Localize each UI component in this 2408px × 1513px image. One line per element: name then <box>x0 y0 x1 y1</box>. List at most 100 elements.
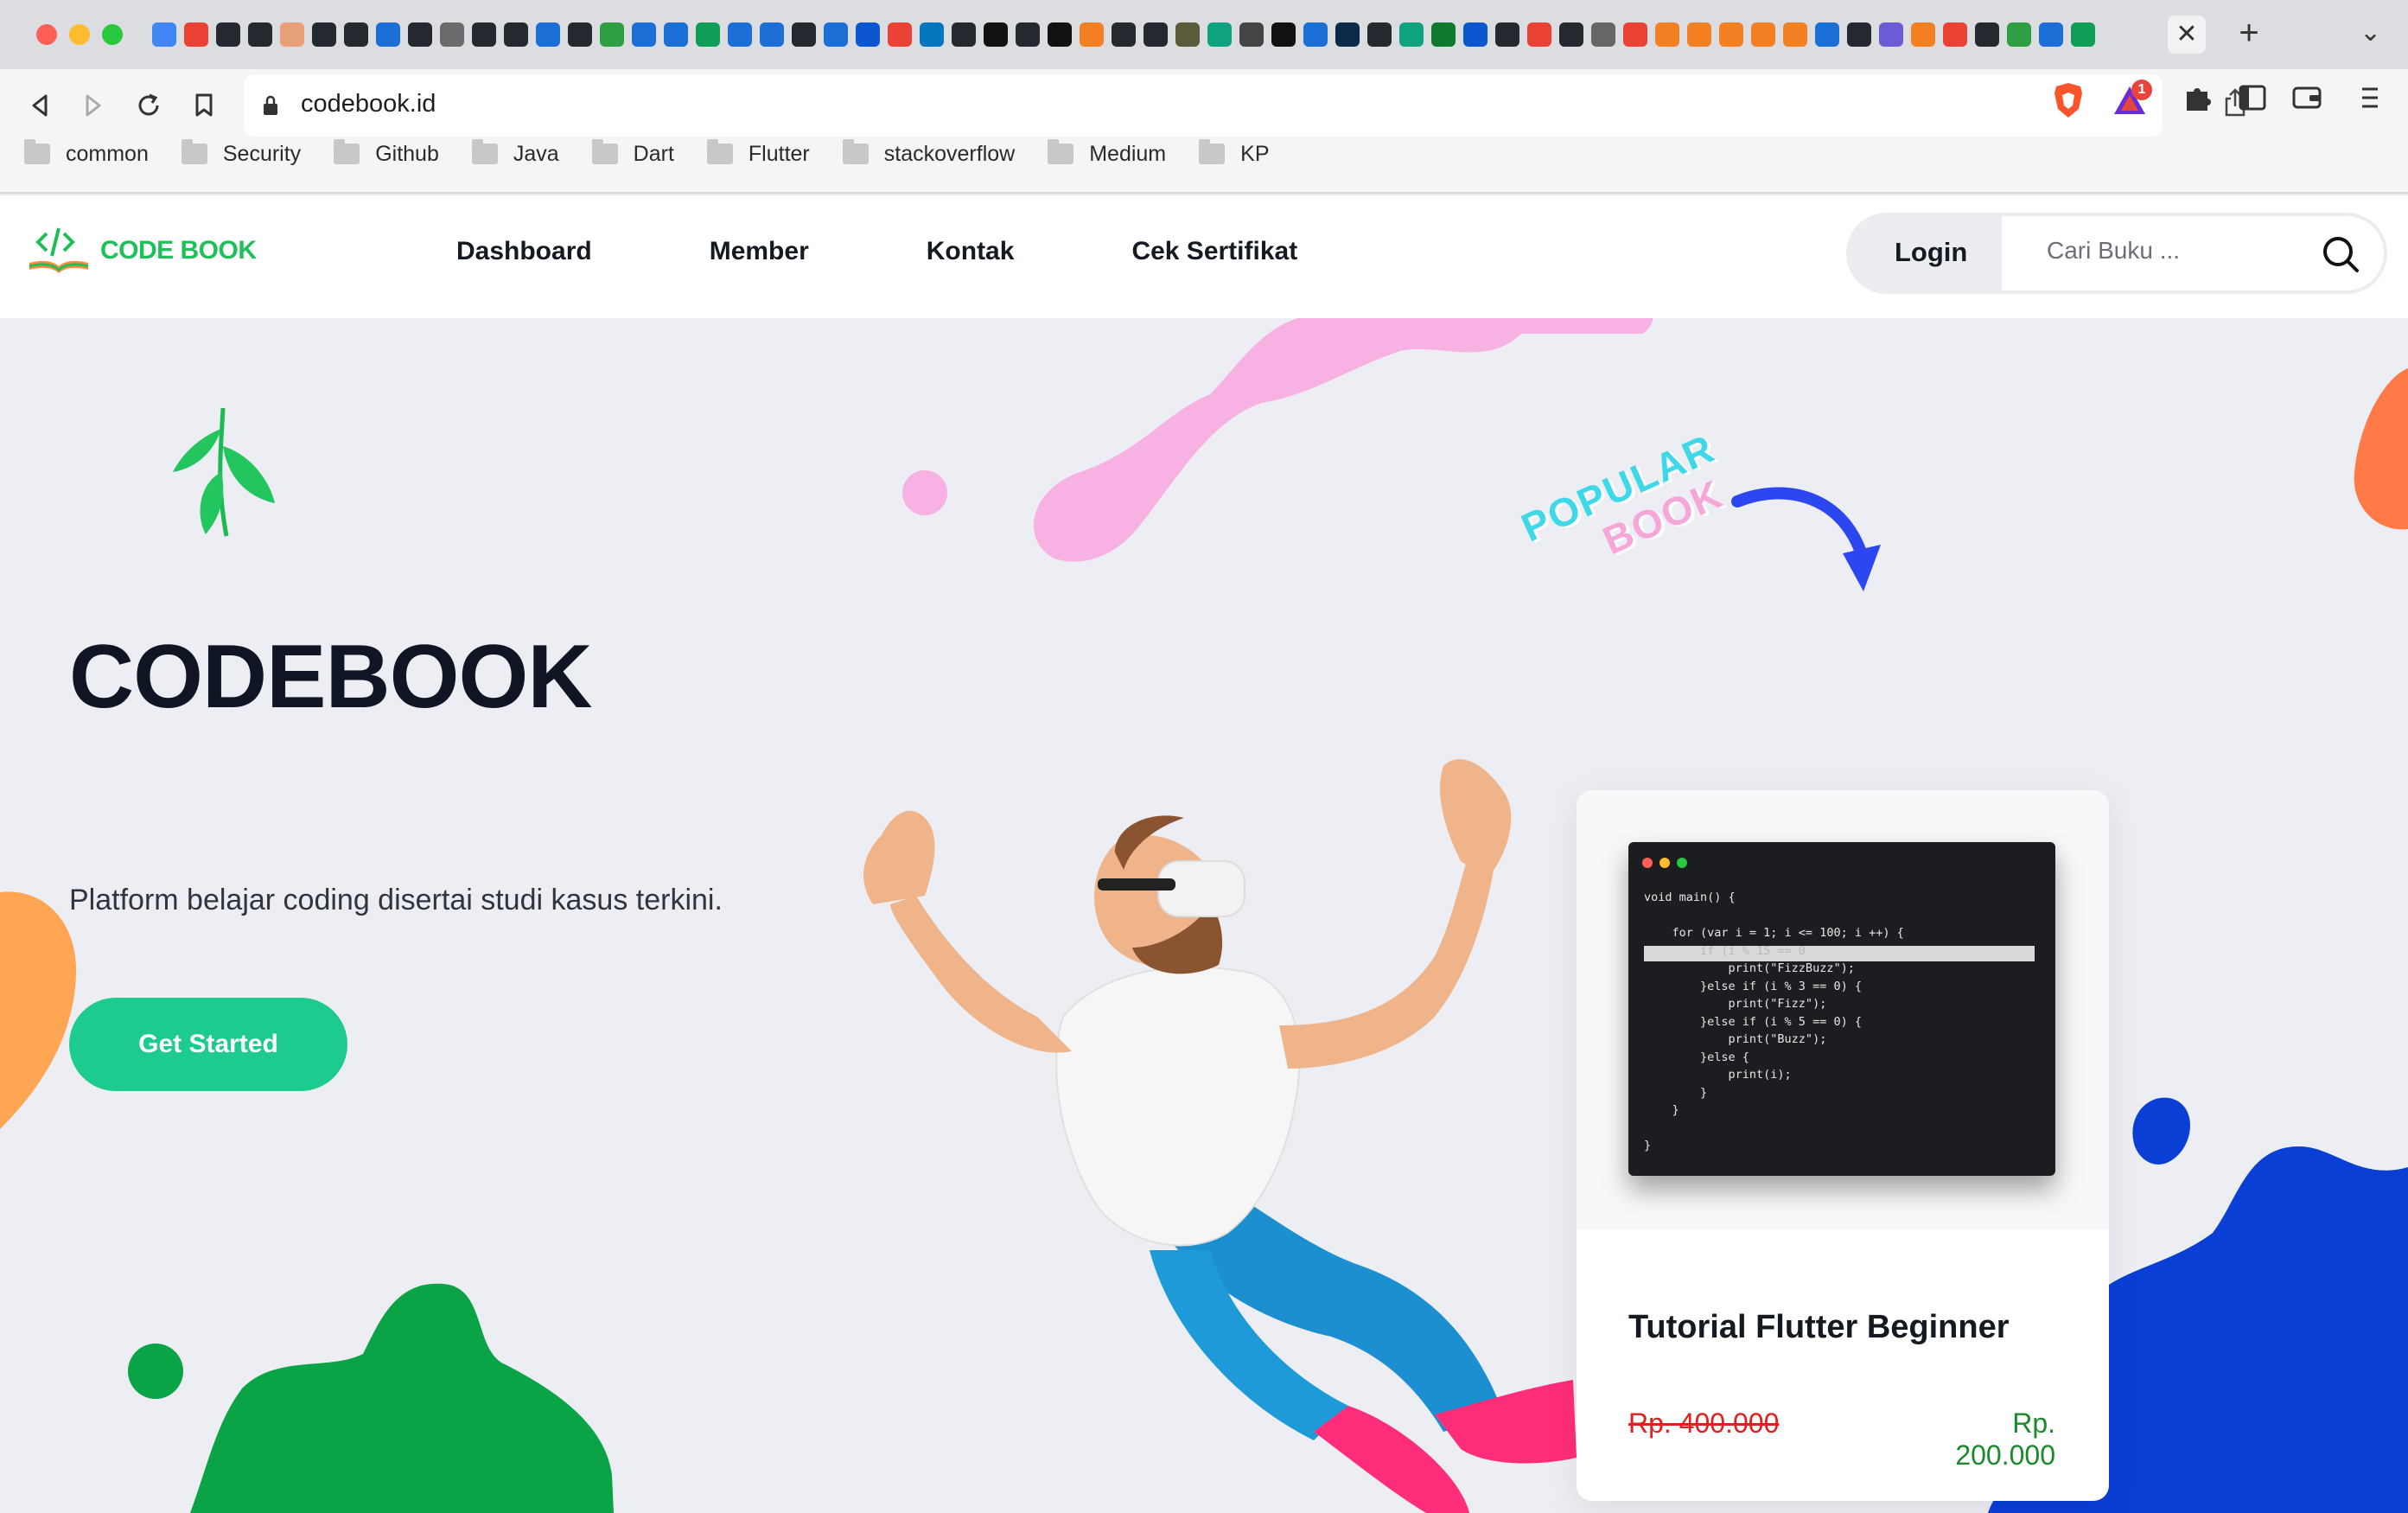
pinned-tab-favicon[interactable] <box>312 22 336 47</box>
nav-member[interactable]: Member <box>710 237 809 266</box>
book-card[interactable]: void main() { for (var i = 1; i <= 100; … <box>1577 790 2109 1501</box>
extensions-puzzle-icon[interactable] <box>2183 83 2213 117</box>
folder-icon <box>181 139 207 164</box>
tab-search-chevron-icon[interactable]: ⌄ <box>2360 14 2381 52</box>
bookmark-folder[interactable]: Medium <box>1048 135 1199 173</box>
pinned-tab-favicon[interactable] <box>216 22 240 47</box>
address-bar[interactable]: codebook.id <box>244 74 2246 137</box>
pinned-tab-favicon[interactable] <box>1399 22 1424 47</box>
pinned-tab-favicon[interactable] <box>696 22 720 47</box>
pinned-tab-favicon[interactable] <box>2071 22 2095 47</box>
pinned-tab-favicon[interactable] <box>1335 22 1360 47</box>
sidebar-icon[interactable] <box>2239 85 2266 115</box>
code-line: print("Fizz"); <box>1644 997 1827 1011</box>
pinned-tab-favicon[interactable] <box>1911 22 1935 47</box>
pinned-tab-favicon[interactable] <box>1048 22 1072 47</box>
back-icon[interactable] <box>21 86 59 124</box>
pinned-tab-favicon[interactable] <box>984 22 1008 47</box>
forward-icon[interactable] <box>74 86 112 124</box>
pinned-tab-favicon[interactable] <box>2039 22 2063 47</box>
pinned-tab-favicon[interactable] <box>1175 22 1200 47</box>
pinned-tab-favicon[interactable] <box>1431 22 1456 47</box>
pinned-tab-favicon[interactable] <box>1367 22 1392 47</box>
search-box <box>2002 216 2384 290</box>
pinned-tab-favicon[interactable] <box>280 22 304 47</box>
pinned-tab-favicon[interactable] <box>1687 22 1711 47</box>
pinned-tab-favicon[interactable] <box>536 22 560 47</box>
bookmark-folder[interactable]: stackoverflow <box>842 135 1048 173</box>
pinned-tab-favicon[interactable] <box>504 22 528 47</box>
brave-shields-icon[interactable] <box>2052 81 2085 124</box>
pinned-tab-favicon[interactable] <box>1207 22 1232 47</box>
pinned-tab-favicon[interactable] <box>920 22 944 47</box>
pinned-tab-favicon[interactable] <box>1080 22 1104 47</box>
nav-kontak[interactable]: Kontak <box>927 237 1015 266</box>
nav-dashboard[interactable]: Dashboard <box>456 237 592 266</box>
pinned-tab-favicon[interactable] <box>1112 22 1136 47</box>
pinned-tab-favicon[interactable] <box>408 22 432 47</box>
pinned-tab-favicon[interactable] <box>1623 22 1647 47</box>
search-input[interactable] <box>2047 237 2289 265</box>
pinned-tab-favicon[interactable] <box>824 22 848 47</box>
pinned-tab-favicon[interactable] <box>1016 22 1040 47</box>
pinned-tab-favicon[interactable] <box>1847 22 1871 47</box>
new-tab-button[interactable]: + <box>2230 14 2268 52</box>
pinned-tab-favicon[interactable] <box>376 22 400 47</box>
minimize-window-button[interactable] <box>69 24 90 45</box>
pinned-tab-favicon[interactable] <box>1495 22 1519 47</box>
pinned-tab-favicon[interactable] <box>1143 22 1168 47</box>
pinned-tab-favicon[interactable] <box>1783 22 1807 47</box>
pinned-tab-favicon[interactable] <box>888 22 912 47</box>
pinned-tab-favicon[interactable] <box>440 22 464 47</box>
bookmark-folder[interactable]: KP <box>1199 135 1302 173</box>
pinned-tab-favicon[interactable] <box>1559 22 1583 47</box>
pinned-tab-favicon[interactable] <box>1719 22 1743 47</box>
pinned-tab-favicon[interactable] <box>632 22 656 47</box>
pinned-tab-favicon[interactable] <box>1303 22 1328 47</box>
pinned-tab-favicon[interactable] <box>248 22 272 47</box>
reload-icon[interactable] <box>130 86 168 124</box>
pinned-tab-favicon[interactable] <box>856 22 880 47</box>
pinned-tab-favicon[interactable] <box>1239 22 1264 47</box>
search-icon[interactable] <box>2322 235 2360 278</box>
pinned-tab-favicon[interactable] <box>1943 22 1967 47</box>
pinned-tab-favicon[interactable] <box>1591 22 1615 47</box>
bookmark-folder[interactable]: common <box>24 135 182 173</box>
pinned-tab-favicon[interactable] <box>184 22 208 47</box>
bookmark-icon[interactable] <box>185 86 223 124</box>
nav-cek-sertifikat[interactable]: Cek Sertifikat <box>1131 237 1297 266</box>
close-window-button[interactable] <box>36 24 57 45</box>
pinned-tab-favicon[interactable] <box>568 22 592 47</box>
pinned-tab-favicon[interactable] <box>344 22 368 47</box>
pinned-tab-favicon[interactable] <box>152 22 176 47</box>
menu-icon[interactable] <box>2360 85 2380 115</box>
pinned-tab-favicon[interactable] <box>1463 22 1487 47</box>
bookmark-folder[interactable]: Flutter <box>706 135 843 173</box>
login-button[interactable]: Login <box>1895 237 1967 268</box>
pinned-tab-favicon[interactable] <box>664 22 688 47</box>
pinned-tab-favicon[interactable] <box>2007 22 2031 47</box>
pinned-tab-favicon[interactable] <box>1815 22 1839 47</box>
zoom-window-button[interactable] <box>102 24 123 45</box>
pinned-tab-favicon[interactable] <box>1975 22 1999 47</box>
pinned-tab-favicon[interactable] <box>1527 22 1551 47</box>
get-started-button[interactable]: Get Started <box>69 998 347 1091</box>
pinned-tab-favicon[interactable] <box>1655 22 1679 47</box>
site-logo[interactable]: CODE BOOK <box>26 225 257 277</box>
pinned-tab-favicon[interactable] <box>792 22 816 47</box>
tab-close-icon[interactable]: ✕ <box>2168 16 2206 54</box>
bookmark-folder[interactable]: Github <box>334 135 472 173</box>
pinned-tab-favicon[interactable] <box>1879 22 1903 47</box>
bookmark-folder[interactable]: Dart <box>591 135 707 173</box>
pinned-tab-favicon[interactable] <box>472 22 496 47</box>
pinned-tab-favicon[interactable] <box>952 22 976 47</box>
pinned-tab-favicon[interactable] <box>1751 22 1775 47</box>
wallet-icon[interactable] <box>2292 85 2322 115</box>
pinned-tab-favicon[interactable] <box>728 22 752 47</box>
bookmark-folder[interactable]: Security <box>181 135 334 173</box>
bookmark-folder[interactable]: Java <box>471 135 592 173</box>
bookmark-label: Github <box>375 141 439 166</box>
pinned-tab-favicon[interactable] <box>760 22 784 47</box>
pinned-tab-favicon[interactable] <box>600 22 624 47</box>
pinned-tab-favicon[interactable] <box>1271 22 1296 47</box>
